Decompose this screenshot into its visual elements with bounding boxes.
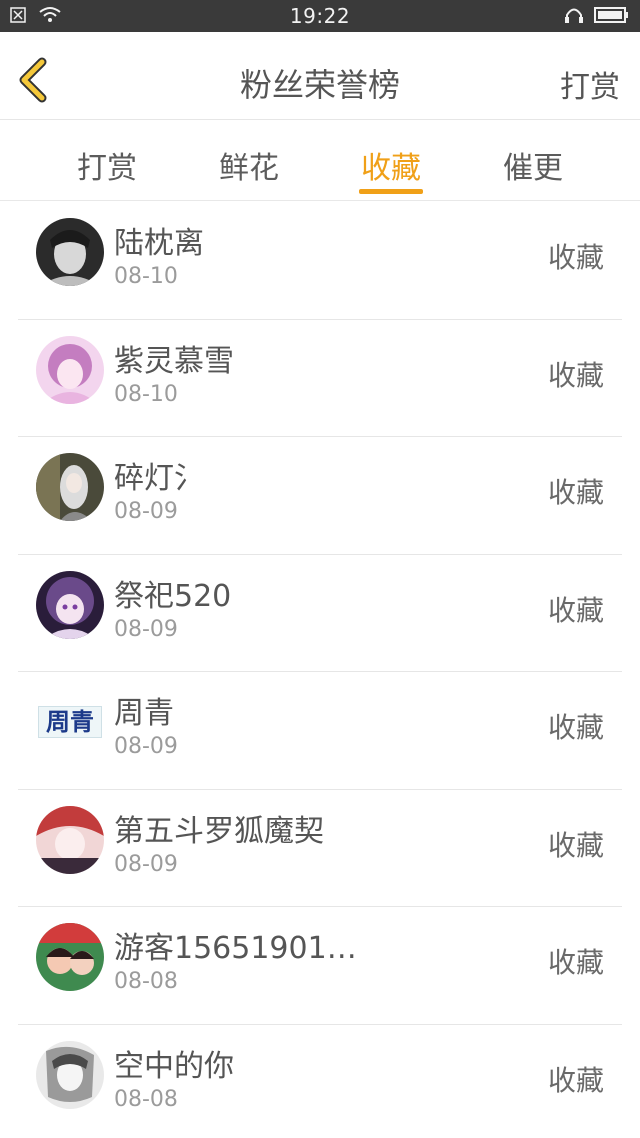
tab-reward[interactable]: 打赏 [67, 143, 147, 187]
list-date: 08-08 [114, 969, 178, 994]
action-label: 收藏 [547, 476, 604, 509]
list-date: 08-09 [114, 851, 178, 877]
user-name: 游客15651901… [114, 931, 357, 966]
reward-button[interactable]: 打赏 [560, 62, 620, 106]
user-name: 祭祀520 [114, 578, 232, 614]
list-date: 08-09 [114, 616, 178, 642]
list-item[interactable]: 祭祀520 08-09 收藏 [18, 555, 622, 672]
user-name: 紫灵慕雪 [114, 343, 234, 379]
list-date: 08-10 [114, 264, 178, 289]
list-item[interactable]: 碎灯氵 08-09 收藏 [18, 437, 622, 555]
list-date: 08-10 [114, 381, 178, 407]
list-item[interactable]: 空中的你 08-08 收藏 [18, 1025, 622, 1138]
avatar: 周青 [36, 688, 104, 756]
list-item[interactable]: 陆枕离 08-10 收藏 [18, 202, 622, 320]
list-date: 08-09 [114, 734, 178, 759]
tab-favorites[interactable]: 收藏 [351, 143, 431, 187]
page-title: 粉丝荣誉榜 [239, 66, 400, 104]
list-item[interactable]: 游客15651901… 08-08 收藏 [18, 907, 622, 1025]
battery-icon [594, 6, 630, 28]
user-name: 陆枕离 [114, 226, 204, 261]
status-time: 19:22 [289, 4, 351, 28]
user-name: 碎灯氵 [114, 461, 204, 496]
avatar [36, 805, 104, 874]
action-label: 收藏 [547, 946, 604, 979]
avatar [36, 923, 104, 991]
avatar [36, 335, 104, 404]
tab-urge-update[interactable]: 催更 [493, 143, 573, 187]
list-date: 08-09 [114, 499, 178, 524]
user-name: 周青 [114, 696, 174, 731]
tab-bar: 打赏 鲜花 收藏 催更 [0, 121, 640, 201]
user-name: 空中的你 [114, 1048, 234, 1084]
action-label: 收藏 [547, 711, 604, 744]
action-label: 收藏 [547, 828, 604, 862]
avatar [36, 453, 104, 521]
action-label: 收藏 [547, 358, 604, 392]
status-right [564, 6, 630, 28]
avatar [36, 570, 104, 639]
user-name: 第五斗罗狐魔契 [114, 813, 324, 849]
tab-flowers[interactable]: 鲜花 [209, 143, 289, 187]
action-label: 收藏 [547, 1063, 604, 1097]
avatar [36, 1040, 104, 1109]
action-label: 收藏 [547, 241, 604, 274]
list-item[interactable]: 紫灵慕雪 08-10 收藏 [18, 320, 622, 437]
active-tab-indicator [359, 189, 423, 194]
list-item[interactable]: 第五斗罗狐魔契 08-09 收藏 [18, 790, 622, 907]
status-bar: 19:22 [0, 0, 640, 32]
action-label: 收藏 [547, 593, 604, 627]
headphone-icon [564, 6, 584, 28]
avatar-text: 周青 [38, 706, 102, 738]
list-item[interactable]: 周青 周青 08-09 收藏 [18, 672, 622, 790]
avatar [36, 218, 104, 286]
list-date: 08-08 [114, 1086, 178, 1112]
fan-list: 陆枕离 08-10 收藏 紫灵慕雪 08-10 收藏 碎灯氵 08-09 收藏 … [0, 202, 640, 1138]
header-bar: 粉丝荣誉榜 打赏 [0, 32, 640, 120]
